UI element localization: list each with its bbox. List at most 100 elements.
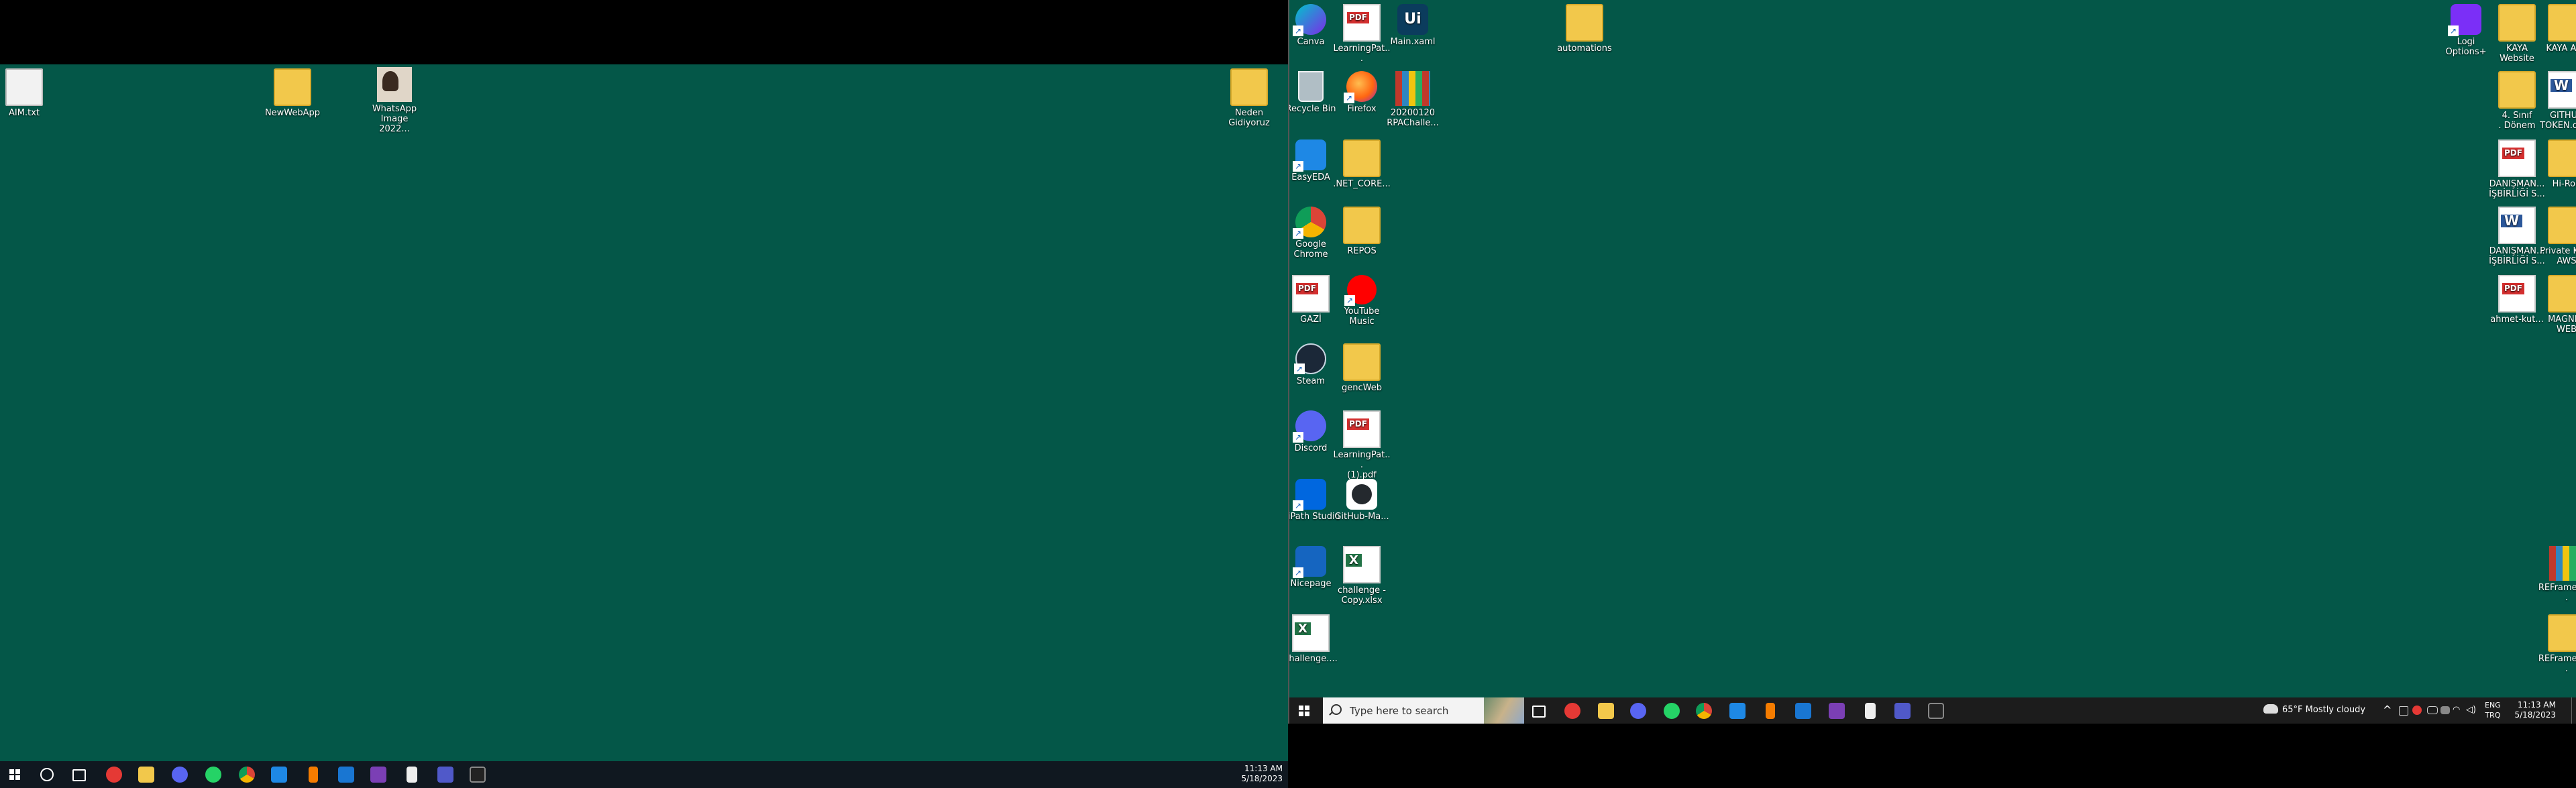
clock-time: 11:13 AM xyxy=(2518,700,2556,710)
uipath-icon[interactable] xyxy=(309,767,318,783)
folder-icon xyxy=(2498,71,2536,109)
icon-label: LearningPat... xyxy=(1333,44,1391,64)
mail-icon[interactable] xyxy=(338,767,354,783)
icon-label: Firefox xyxy=(1347,104,1377,114)
desktop-icon-newwebapp[interactable]: NewWebApp xyxy=(263,68,322,118)
icon-label: 20200120 RPAChalle... xyxy=(1387,108,1439,128)
battery-icon[interactable] xyxy=(2440,706,2450,714)
folder-icon xyxy=(1230,68,1268,106)
visual-studio-icon[interactable] xyxy=(370,767,386,783)
uipath-icon[interactable] xyxy=(1766,703,1775,719)
desktop-icon-magnet-web[interactable]: MAGNET WEB xyxy=(2537,275,2576,335)
task-view-icon[interactable] xyxy=(72,769,86,781)
desktop-icon-reframework-folder[interactable]: REFramewo... xyxy=(2537,614,2576,674)
desktop-icon-learningpath[interactable]: PDF LearningPat... xyxy=(1332,4,1391,64)
desktop-icon-reframework-zip[interactable]: REFramewo... xyxy=(2537,546,2576,603)
word-icon: W xyxy=(2498,207,2536,244)
icon-label: AIM.txt xyxy=(9,108,40,118)
visual-studio-icon[interactable] xyxy=(1829,703,1845,719)
icon-label: NewWebApp xyxy=(264,108,321,118)
weather-text[interactable]: 65°F Mostly cloudy xyxy=(2282,705,2365,715)
vscode-icon[interactable] xyxy=(271,767,287,783)
desktop-icon-main-xaml[interactable]: Ui Main.xaml xyxy=(1383,4,1442,47)
icon-label: Neden Gidiyoruz xyxy=(1228,108,1270,128)
desktop-icon-repos[interactable]: REPOS xyxy=(1332,207,1391,256)
excel-icon: X xyxy=(1292,614,1330,652)
desktop-icon-automations[interactable]: automations xyxy=(1555,4,1614,54)
desktop-icon-rpachallenge-zip[interactable]: 20200120 RPAChalle... xyxy=(1383,71,1442,128)
desktop-icon-youtube-music[interactable]: YouTube Music xyxy=(1332,275,1391,327)
folder-icon xyxy=(1343,207,1381,244)
clock[interactable]: 11:13 AM 5/18/2023 xyxy=(1241,764,1283,784)
desktop-icon-logi-options[interactable]: Logi Options+ xyxy=(2436,4,2496,57)
weather-cloud-icon[interactable] xyxy=(2263,704,2278,714)
zip-icon xyxy=(1395,71,1430,106)
youtube-music-icon[interactable] xyxy=(1564,703,1580,719)
folder-icon xyxy=(1343,343,1381,381)
chrome-icon[interactable] xyxy=(1696,703,1712,719)
language-indicator[interactable]: ENG TRQ xyxy=(2485,700,2501,720)
desktop-icon-challenge[interactable]: X challenge.... xyxy=(1289,614,1340,664)
desktop-icon-netcore[interactable]: .NET_CORE... xyxy=(1332,139,1391,189)
pdf-icon: PDF xyxy=(1343,410,1381,448)
icon-label: Main.xaml xyxy=(1390,37,1436,47)
chrome-icon[interactable] xyxy=(239,767,255,783)
clock-date: 5/18/2023 xyxy=(2514,710,2556,720)
task-view-icon[interactable] xyxy=(1532,706,1546,718)
teams-icon[interactable] xyxy=(1894,703,1911,719)
search-icon[interactable] xyxy=(40,768,54,781)
icon-label: YouTube Music xyxy=(1344,306,1380,327)
desktop-icon-challenge-copy[interactable]: X challenge - Copy.xlsx xyxy=(1332,546,1391,606)
search-placeholder: Type here to search xyxy=(1350,705,1449,717)
desktop-icon-learningpath-1[interactable]: PDF LearningPat... (1).pdf xyxy=(1332,410,1391,480)
icon-label: REFramewo... xyxy=(2538,583,2576,603)
desktop-icon-hi-rob[interactable]: Hi-Rob xyxy=(2537,139,2576,189)
folder-icon xyxy=(2548,207,2576,244)
file-explorer-icon[interactable] xyxy=(138,767,154,783)
show-desktop-button[interactable] xyxy=(2571,697,2576,724)
desktop-icon-firefox[interactable]: Firefox xyxy=(1332,71,1391,114)
desktop-icon-private-keys[interactable]: Private Keys AWS xyxy=(2537,207,2576,266)
file-explorer-icon[interactable] xyxy=(1598,703,1614,719)
discord-icon[interactable] xyxy=(1630,703,1646,719)
discord-icon[interactable] xyxy=(172,767,188,783)
notepad-icon[interactable] xyxy=(407,767,417,783)
whatsapp-icon[interactable] xyxy=(1664,703,1680,719)
start-icon[interactable] xyxy=(1299,706,1309,716)
wifi-icon[interactable]: ◠ xyxy=(2453,705,2460,715)
app-tray-icon[interactable] xyxy=(2412,706,2422,715)
terminal-icon[interactable] xyxy=(1928,703,1944,719)
notepad-icon[interactable] xyxy=(1865,703,1876,719)
folder-icon xyxy=(2548,139,2576,177)
file-icon xyxy=(5,68,43,106)
desktop-icon-kaya-as[interactable]: KAYA A.Ş. xyxy=(2537,4,2576,54)
mail-icon[interactable] xyxy=(1795,703,1811,719)
search-box[interactable]: Type here to search xyxy=(1323,697,1524,724)
pdf-icon: PDF xyxy=(1343,4,1381,42)
desktop-icon-aim[interactable]: AIM.txt xyxy=(0,68,54,118)
folder-icon xyxy=(1566,4,1603,42)
desktop-icon-gencweb[interactable]: gencWeb xyxy=(1332,343,1391,393)
icon-label: WhatsApp Image 2022... xyxy=(372,104,417,134)
teams-icon[interactable] xyxy=(437,767,453,783)
desktop-icon-whatsapp-image[interactable]: WhatsApp Image 2022... xyxy=(365,67,424,134)
desktop-icon-github-markdown[interactable]: GitHub-Ma... xyxy=(1332,479,1391,522)
volume-icon[interactable]: ◁) xyxy=(2466,705,2476,715)
desktop-icon-github-token[interactable]: W GITHUB TOKEN.docx xyxy=(2537,71,2576,131)
chevron-up-icon[interactable]: ^ xyxy=(2383,703,2392,716)
language-top: ENG xyxy=(2485,701,2501,710)
desktop-icon-neden-gidiyoruz[interactable]: Neden Gidiyoruz xyxy=(1220,68,1279,128)
clock-time: 11:13 AM xyxy=(1244,764,1283,773)
whatsapp-icon[interactable] xyxy=(205,767,221,783)
icon-label: automations xyxy=(1557,44,1612,54)
youtube-music-icon[interactable] xyxy=(106,767,122,783)
clock[interactable]: 11:13 AM 5/18/2023 xyxy=(2514,700,2556,720)
icon-label: LearningPat... (1).pdf xyxy=(1333,450,1391,480)
firefox-icon xyxy=(1344,71,1377,103)
start-icon[interactable] xyxy=(9,769,20,780)
terminal-icon[interactable] xyxy=(470,767,486,783)
vscode-icon[interactable] xyxy=(1729,703,1746,719)
onedrive-icon[interactable] xyxy=(2427,706,2438,714)
usb-icon[interactable] xyxy=(2399,706,2408,716)
icon-label: Hi-Rob xyxy=(2552,179,2576,189)
